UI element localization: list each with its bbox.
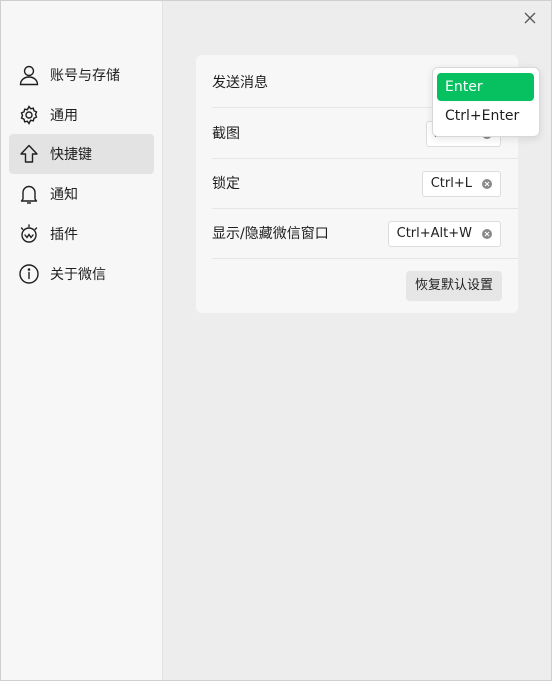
shortcut-label: 发送消息 (212, 75, 268, 91)
dropdown-option-enter[interactable]: Enter (437, 73, 534, 101)
info-icon (18, 263, 40, 285)
shortcut-key-field[interactable]: Ctrl+Alt+W (387, 221, 501, 247)
sidebar-item-label: 插件 (50, 227, 78, 243)
shortcut-row-lock: 锁定 Ctrl+L (212, 158, 518, 208)
shortcut-label: 显示/隐藏微信窗口 (212, 226, 329, 242)
settings-window: 账号与存储 通用 快捷键 通知 插件 关于微信 发送消息 截图 锁定 Ctrl+… (0, 0, 552, 681)
sidebar-item-general[interactable]: 通用 (9, 95, 154, 135)
shortcut-label: 锁定 (212, 176, 240, 192)
sidebar-item-label: 通知 (50, 187, 78, 203)
send-key-dropdown: Enter Ctrl+Enter (432, 67, 540, 137)
shortcut-key-value: Ctrl+L (430, 176, 472, 191)
close-button[interactable] (520, 8, 540, 28)
clear-icon[interactable] (482, 229, 492, 239)
sidebar-item-label: 关于微信 (50, 267, 106, 283)
sidebar-item-account-storage[interactable]: 账号与存储 (9, 55, 154, 95)
sidebar-item-about[interactable]: 关于微信 (9, 254, 154, 294)
gear-icon (18, 104, 40, 126)
bell-icon (18, 183, 40, 205)
plugin-icon (18, 223, 40, 245)
row-divider (212, 258, 518, 259)
sidebar-item-plugins[interactable]: 插件 (9, 214, 154, 254)
shortcut-key-value: Ctrl+Alt+W (396, 226, 472, 241)
shortcut-row-toggle-window: 显示/隐藏微信窗口 Ctrl+Alt+W (212, 208, 518, 258)
close-icon (524, 12, 536, 24)
sidebar-item-notifications[interactable]: 通知 (9, 174, 154, 214)
sidebar: 账号与存储 通用 快捷键 通知 插件 关于微信 (1, 1, 163, 680)
sidebar-item-label: 快捷键 (50, 147, 92, 163)
shortcut-label: 截图 (212, 126, 240, 142)
sidebar-item-label: 通用 (50, 108, 78, 124)
clear-icon[interactable] (482, 179, 492, 189)
user-icon (18, 64, 40, 86)
sidebar-item-label: 账号与存储 (50, 68, 120, 84)
reset-defaults-button[interactable]: 恢复默认设置 (406, 271, 502, 301)
sidebar-item-shortcuts[interactable]: 快捷键 (9, 134, 154, 174)
dropdown-option-ctrl-enter[interactable]: Ctrl+Enter (437, 102, 534, 130)
arrow-up-icon (18, 143, 40, 165)
shortcut-key-field[interactable]: Ctrl+L (421, 171, 501, 197)
